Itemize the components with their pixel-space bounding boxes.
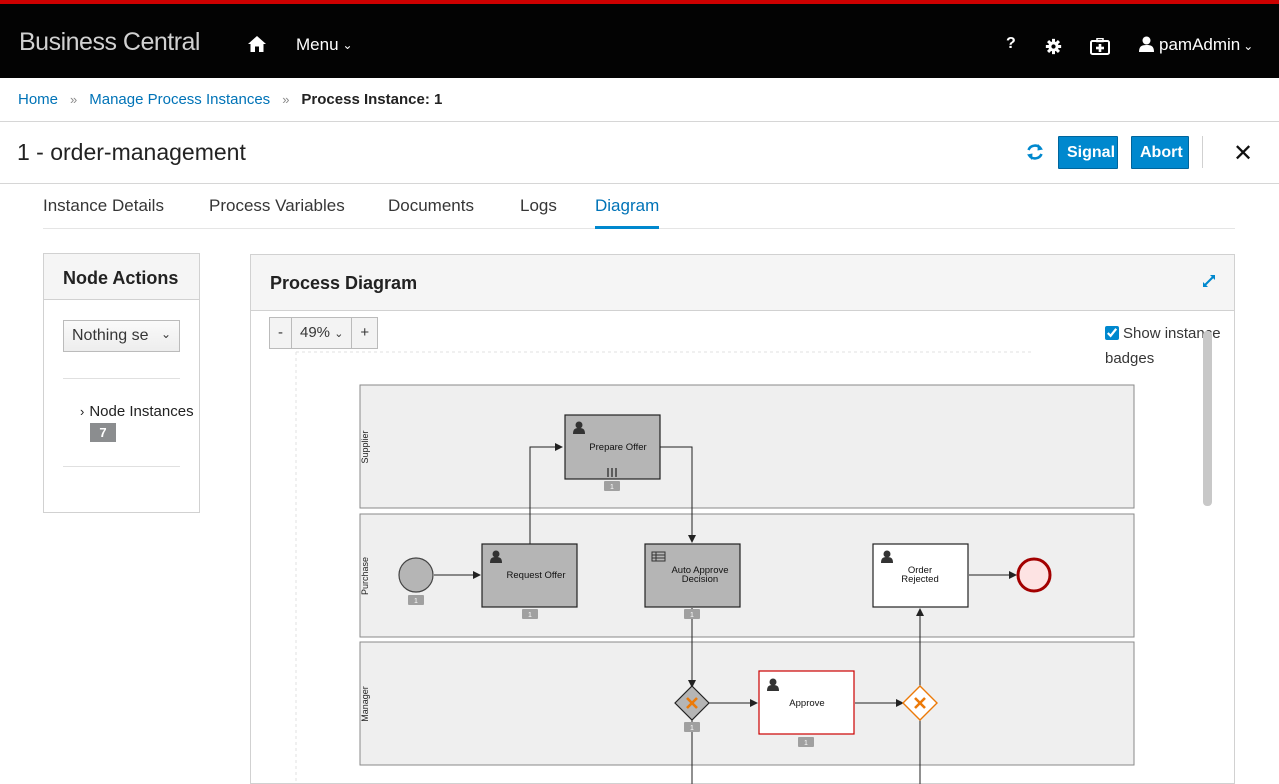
task-label: Prepare Offer (589, 442, 646, 453)
task-request-offer[interactable]: Request Offer (481, 543, 578, 608)
breadcrumb-current: Process Instance: 1 (301, 91, 443, 108)
task-label: Rejected (901, 574, 939, 585)
tab-instance-details[interactable]: Instance Details (43, 196, 164, 229)
close-icon[interactable]: ✕ (1233, 139, 1253, 168)
zoom-out-button[interactable]: - (270, 318, 292, 348)
chevron-right-icon: › (80, 404, 85, 419)
tab-bar: Instance Details Process Variables Docum… (43, 196, 1235, 229)
divider (1202, 136, 1203, 168)
diagram-canvas[interactable]: Supplier Purchase Manager 1 Prepare Offe… (252, 312, 1198, 784)
node-select-value: Nothing se (72, 327, 149, 344)
divider (0, 121, 1279, 122)
divider (63, 378, 180, 379)
chevron-down-icon: ⌄ (334, 328, 344, 340)
instance-badge-count: 1 (690, 725, 694, 732)
node-actions-title: Node Actions (44, 254, 199, 300)
chevron-down-icon: ⌄ (342, 38, 353, 52)
tab-logs[interactable]: Logs (520, 196, 557, 229)
signal-button[interactable]: Signal (1058, 136, 1118, 169)
breadcrumb-separator-icon: » (282, 92, 290, 107)
task-label: Decision (682, 574, 718, 585)
divider (0, 183, 1279, 184)
instance-badge-count: 1 (610, 484, 614, 491)
chevron-down-icon: ⌄ (160, 327, 171, 341)
tab-process-variables[interactable]: Process Variables (209, 196, 345, 229)
home-icon[interactable] (247, 34, 267, 54)
instance-badge-count: 1 (414, 598, 418, 605)
instance-badge-count: 1 (804, 740, 808, 747)
lane-label: Supplier (360, 430, 370, 463)
expand-icon[interactable] (1201, 273, 1217, 289)
medkit-icon[interactable] (1090, 38, 1110, 55)
instance-badge-count: 1 (690, 612, 694, 619)
brand-logo[interactable]: Business Central (19, 28, 200, 57)
menu-label: Menu (296, 35, 339, 54)
node-select[interactable]: Nothing se ⌄ (63, 320, 180, 352)
node-instances-label: Node Instances (89, 403, 194, 420)
show-instance-badges-checkbox[interactable] (1105, 326, 1119, 340)
end-event[interactable] (1016, 557, 1052, 593)
top-header: Business Central Menu ⌄ ? pamAdmin ⌄ (0, 0, 1279, 78)
task-prepare-offer[interactable]: Prepare Offer (564, 414, 661, 480)
lane-label: Purchase (360, 557, 370, 595)
user-icon (1139, 36, 1154, 52)
tab-diagram[interactable]: Diagram (595, 196, 660, 229)
start-event[interactable] (398, 557, 434, 593)
zoom-in-button[interactable]: + (352, 318, 377, 348)
user-label: pamAdmin (1159, 35, 1241, 54)
breadcrumb-separator-icon: » (70, 92, 78, 107)
gear-icon[interactable] (1045, 38, 1062, 55)
task-label: Approve (789, 698, 824, 709)
menu-button[interactable]: Menu ⌄ (296, 35, 353, 55)
instance-badge-count: 1 (528, 612, 532, 619)
zoom-control: - 49% ⌄ + (269, 317, 379, 349)
task-order-rejected[interactable]: Order Rejected (872, 543, 969, 608)
node-actions-panel: Node Actions Nothing se ⌄ › Node Instance… (43, 253, 200, 513)
task-approve[interactable]: Approve (758, 670, 855, 735)
zoom-level-value: 49% (300, 324, 331, 341)
task-label: Request Offer (507, 570, 566, 581)
breadcrumb-manage-process-instances[interactable]: Manage Process Instances (89, 91, 270, 108)
bpmn-diagram: Supplier Purchase Manager 1 Prepare Offe… (295, 351, 1135, 784)
divider (63, 466, 180, 467)
process-diagram-title: Process Diagram (251, 255, 1234, 311)
lane-supplier[interactable] (359, 384, 1135, 509)
help-icon[interactable]: ? (1006, 35, 1016, 53)
tab-documents[interactable]: Documents (388, 196, 474, 229)
lane-label: Manager (360, 686, 370, 722)
chevron-down-icon: ⌄ (1243, 39, 1254, 53)
node-instances-toggle[interactable]: › Node Instances (80, 403, 194, 420)
zoom-level-select[interactable]: 49% ⌄ (292, 318, 353, 348)
process-diagram-panel: Process Diagram Supplier Purchase Manage… (250, 254, 1235, 784)
node-instances-count-badge: 7 (90, 423, 116, 442)
task-auto-approve-decision[interactable]: Auto Approve Decision (644, 543, 741, 608)
user-menu[interactable]: pamAdmin ⌄ (1139, 35, 1253, 55)
refresh-icon[interactable] (1025, 142, 1045, 162)
breadcrumb: Home » Manage Process Instances » Process In… (18, 91, 442, 108)
page-title: 1 - order-management (17, 139, 246, 165)
breadcrumb-home[interactable]: Home (18, 91, 58, 108)
abort-button[interactable]: Abort (1131, 136, 1189, 169)
vertical-scrollbar[interactable] (1203, 331, 1212, 506)
